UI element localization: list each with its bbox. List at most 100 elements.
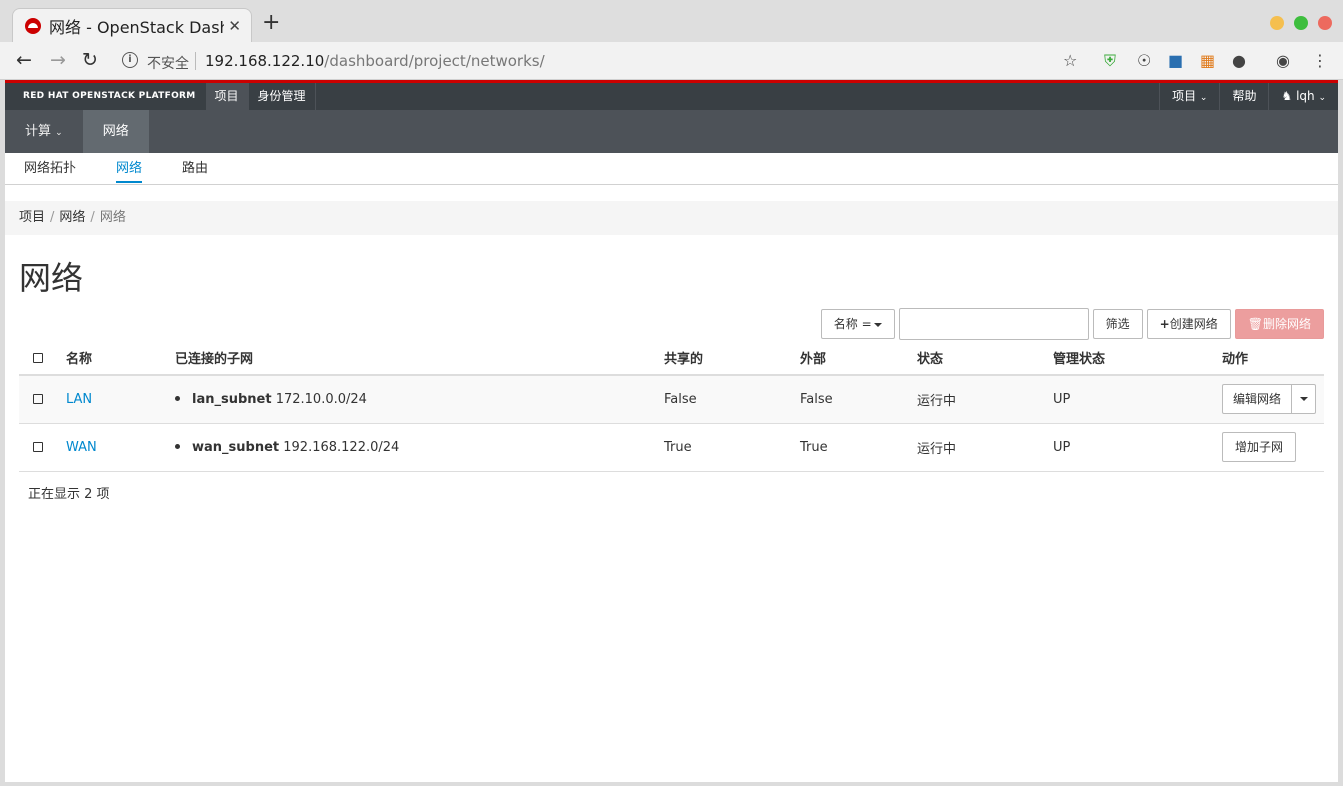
actions-cell: 编辑网络: [1222, 375, 1324, 424]
nav-network-topology[interactable]: 网络拓扑: [24, 153, 76, 184]
item-count: 正在显示 2 项: [28, 487, 110, 502]
window-minimize-button[interactable]: [1270, 16, 1284, 30]
menu-kebab-icon[interactable]: ⋮: [1312, 52, 1328, 70]
orange-extension-icon[interactable]: ▦: [1200, 52, 1215, 70]
tab-close-icon[interactable]: ✕: [228, 17, 241, 35]
shared-cell: True: [664, 423, 800, 472]
breadcrumb-separator: /: [50, 210, 55, 225]
caret-down-icon: [873, 322, 882, 327]
chevron-down-icon: ⌄: [1318, 93, 1326, 103]
user-dropdown[interactable]: ♞ lqh ⌄: [1268, 83, 1338, 110]
subnet-cell: lan_subnet 172.10.0.0/24: [175, 375, 664, 424]
nav-routers[interactable]: 路由: [182, 153, 208, 184]
table-actions: 名称 = 筛选 +创建网络 🗑删除网络: [817, 308, 1324, 340]
back-arrow-icon[interactable]: ←: [16, 50, 32, 70]
col-admin-state[interactable]: 管理状态: [1053, 341, 1222, 376]
external-cell: False: [800, 375, 917, 424]
nav-network[interactable]: 网络: [82, 110, 149, 153]
secondary-nav: 计算 ⌄ 网络: [5, 110, 1338, 153]
table-row: WAN wan_subnet 192.168.122.0/24 True Tru…: [19, 423, 1324, 472]
user-name: lqh: [1296, 89, 1315, 103]
masthead: RED HAT OPENSTACK PLATFORM 项目 身份管理 项目 ⌄ …: [5, 83, 1338, 110]
list-bullet: [175, 443, 180, 449]
nav-networks[interactable]: 网络: [116, 153, 143, 184]
network-name-link[interactable]: LAN: [66, 392, 92, 407]
breadcrumb-project[interactable]: 项目: [19, 210, 45, 225]
url-separator: [195, 52, 196, 70]
project-dropdown[interactable]: 项目 ⌄: [1159, 83, 1219, 110]
create-network-label: 创建网络: [1169, 317, 1218, 331]
admin-state-cell: UP: [1053, 375, 1222, 424]
openstack-app: RED HAT OPENSTACK PLATFORM 项目 身份管理 项目 ⌄ …: [5, 80, 1338, 782]
page-title: 网络: [19, 259, 84, 297]
shared-cell: False: [664, 375, 800, 424]
browser-toolbar: ← → ↻ i 不安全 192.168.122.10/dashboard/pro…: [0, 42, 1343, 80]
bookmark-star-icon[interactable]: ☆: [1063, 52, 1077, 70]
row-select-cell: [19, 423, 66, 472]
row-actions-dropdown[interactable]: [1291, 385, 1315, 414]
status-cell: 运行中: [917, 375, 1053, 424]
browser-tab[interactable]: 网络 - OpenStack Dashboard ✕: [12, 8, 252, 42]
shield-extension-icon[interactable]: ⛨: [1104, 52, 1116, 70]
breadcrumb-network[interactable]: 网络: [59, 210, 85, 225]
table-row: LAN lan_subnet 172.10.0.0/24 False False…: [19, 375, 1324, 424]
breadcrumb-current: 网络: [99, 210, 126, 225]
new-tab-button[interactable]: +: [262, 12, 280, 34]
col-shared[interactable]: 共享的: [664, 341, 800, 376]
project-dropdown-label: 项目: [1172, 89, 1197, 103]
chevron-down-icon: ⌄: [1199, 93, 1208, 103]
row-checkbox[interactable]: [33, 394, 43, 405]
col-name[interactable]: 名称: [66, 341, 175, 376]
nav-compute-label: 计算: [25, 124, 52, 139]
forward-arrow-icon[interactable]: →: [50, 50, 66, 70]
masthead-tab-identity[interactable]: 身份管理: [249, 83, 316, 110]
filter-field-select[interactable]: 名称 =: [820, 309, 895, 339]
create-network-button[interactable]: +创建网络: [1146, 309, 1231, 339]
delete-network-button[interactable]: 🗑删除网络: [1234, 309, 1324, 339]
col-subnets: 已连接的子网: [175, 341, 664, 376]
subnet-cidr: 192.168.122.0/24: [283, 439, 400, 455]
filter-button[interactable]: 筛选: [1092, 309, 1143, 339]
col-actions: 动作: [1222, 341, 1324, 376]
redhat-favicon-icon: [25, 17, 41, 34]
help-link[interactable]: 帮助: [1219, 83, 1268, 110]
networks-table: 名称 已连接的子网 共享的 外部 状态 管理状态 动作 LAN lan_subn…: [19, 341, 1324, 472]
delete-network-label: 删除网络: [1262, 317, 1311, 331]
external-cell: True: [800, 423, 917, 472]
row-checkbox[interactable]: [33, 442, 43, 452]
reload-icon[interactable]: ↻: [82, 50, 98, 70]
trash-icon: 🗑: [1247, 317, 1263, 331]
subnet-name: wan_subnet: [192, 439, 280, 455]
add-subnet-button[interactable]: 增加子网: [1223, 433, 1295, 461]
window-maximize-button[interactable]: [1294, 16, 1308, 30]
admin-state-cell: UP: [1053, 423, 1222, 472]
subnet-name: lan_subnet: [192, 391, 272, 407]
filter-input[interactable]: [898, 308, 1089, 340]
profile-icon[interactable]: ◉: [1276, 52, 1290, 70]
subnet-cell: wan_subnet 192.168.122.0/24: [175, 423, 664, 472]
grey-extension-icon[interactable]: ●: [1232, 52, 1246, 70]
breadcrumb: 项目 / 网络 / 网络: [5, 201, 1338, 235]
caret-down-icon: [1299, 397, 1308, 402]
address-bar[interactable]: 192.168.122.10/dashboard/project/network…: [205, 52, 545, 70]
gnome-extension-icon[interactable]: ☉: [1137, 52, 1151, 70]
select-all-checkbox[interactable]: [33, 352, 43, 363]
window-close-button[interactable]: [1318, 16, 1332, 30]
col-status[interactable]: 状态: [917, 341, 1053, 376]
url-host: 192.168.122.10: [205, 52, 325, 70]
network-name-link[interactable]: WAN: [66, 440, 97, 455]
col-external[interactable]: 外部: [800, 341, 917, 376]
select-all-header: [19, 341, 66, 376]
edit-network-button[interactable]: 编辑网络: [1223, 385, 1291, 413]
chevron-down-icon: ⌄: [55, 128, 63, 138]
insecure-label[interactable]: 不安全: [147, 53, 189, 73]
info-icon[interactable]: i: [122, 52, 138, 68]
list-bullet: [175, 395, 180, 401]
table-header-row: 名称 已连接的子网 共享的 外部 状态 管理状态 动作: [19, 341, 1324, 376]
brand-logo[interactable]: RED HAT OPENSTACK PLATFORM: [5, 83, 206, 110]
masthead-tab-project[interactable]: 项目: [205, 83, 249, 110]
nav-compute[interactable]: 计算 ⌄: [5, 110, 83, 153]
filter-field-label: 名称 =: [833, 317, 872, 331]
breadcrumb-separator: /: [90, 210, 95, 225]
blue-extension-icon[interactable]: ■: [1168, 52, 1183, 70]
